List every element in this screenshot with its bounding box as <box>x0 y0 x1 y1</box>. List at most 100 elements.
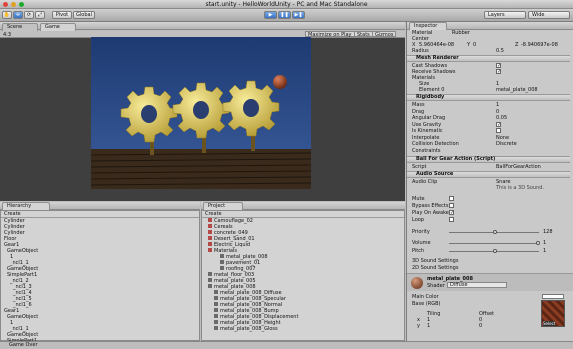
rigidbody-row: Drag 0 <box>412 108 500 115</box>
priority-slider-knob[interactable] <box>493 230 497 234</box>
shader-dropdown[interactable]: Diffuse <box>447 282 507 288</box>
rigidbody-header[interactable]: Rigidbody <box>407 94 570 101</box>
play-on-awake-row: Play On Awake ✓ <box>412 210 455 216</box>
priority-field[interactable]: 128 <box>543 229 553 235</box>
gear-2 <box>172 82 230 139</box>
tiling-y-field[interactable]: 1 <box>427 323 430 329</box>
scale-tool-icon[interactable]: ⤢ <box>35 11 45 19</box>
offset-y-field[interactable]: 0 <box>479 323 482 329</box>
use-gravity-checkbox[interactable]: ✓ <box>496 121 501 127</box>
tab-project[interactable]: Project <box>203 202 243 210</box>
tab-hierarchy[interactable]: Hierarchy <box>2 202 50 210</box>
play-on-awake-checkbox[interactable]: ✓ <box>449 210 454 216</box>
folder-icon <box>208 248 212 252</box>
folder-icon <box>208 242 212 246</box>
ball <box>273 75 287 89</box>
rigidbody-value[interactable]: Discrete <box>496 141 517 147</box>
mute-row: Mute <box>407 196 573 202</box>
inspector-panel: Inspector Material Rubber Center X 5.96046… <box>406 22 573 349</box>
pause-button[interactable]: ❚❚ <box>278 11 291 19</box>
script-header[interactable]: Ball For Gear Action (Script) <box>407 156 570 163</box>
hierarchy-create-button[interactable]: Create <box>1 211 199 218</box>
asset-icon <box>208 272 212 276</box>
audio-note: This is a 3D Sound. <box>496 185 544 191</box>
asset-icon <box>208 284 212 288</box>
audio-source-header[interactable]: Audio Source <box>407 171 570 178</box>
play-button[interactable]: ▶ <box>264 11 277 19</box>
pitch-slider-knob[interactable] <box>493 249 497 253</box>
pivot-toggle[interactable]: Pivot <box>52 11 72 19</box>
step-button[interactable]: ▶❚ <box>292 11 305 19</box>
2d-sound-settings[interactable]: 2D Sound Settings <box>407 265 573 271</box>
folder-icon <box>208 230 212 234</box>
bypass-effects-checkbox[interactable] <box>449 203 454 208</box>
gear-3 <box>222 80 280 137</box>
gear-1 <box>120 86 178 143</box>
project-list: Camouflage_02 Cereals concrete_049 Desert_S… <box>202 218 404 332</box>
maximize-on-play-toggle[interactable]: Maximize on Play <box>305 31 355 38</box>
radius-field[interactable]: 0.5 <box>496 48 504 54</box>
rigidbody-row: Collision Detection Discrete <box>412 141 517 147</box>
radius-row: Radius 0.5 <box>412 48 504 54</box>
move-tool-icon[interactable]: ✢ <box>13 11 23 19</box>
tab-scene[interactable]: Scene <box>2 23 38 31</box>
rendered-scene <box>91 37 311 189</box>
material-preview-icon <box>411 277 423 289</box>
tab-game[interactable]: Game <box>40 23 76 31</box>
hierarchy-panel: Create Cylinder Cylinder Cylinder Floor Gear… <box>0 210 200 344</box>
rigidbody-value[interactable]: 0.05 <box>496 115 507 121</box>
asset-icon <box>214 296 218 300</box>
cast-shadows-checkbox[interactable]: ✓ <box>496 63 501 69</box>
project-create-button[interactable]: Create <box>202 211 404 218</box>
is-kinematic-checkbox[interactable] <box>496 128 501 133</box>
rigidbody-value[interactable]: 0 <box>496 109 499 115</box>
volume-field[interactable]: 1 <box>543 240 546 246</box>
pitch-row: Pitch 1 <box>412 248 547 254</box>
element0-row: Element 0 metal_plate_008 <box>419 87 538 93</box>
volume-slider-knob[interactable] <box>536 241 540 245</box>
folder-icon <box>208 218 212 222</box>
asset-icon <box>214 290 218 294</box>
texture-thumbnail[interactable]: Select <box>541 300 565 327</box>
folder-icon <box>208 224 212 228</box>
volume-row: Volume 1 <box>412 240 547 246</box>
receive-shadows-checkbox[interactable]: ✓ <box>496 69 501 75</box>
game-viewport[interactable] <box>91 37 311 189</box>
script-row: Script BallForGearAction <box>412 164 541 170</box>
main-color-swatch[interactable] <box>542 294 564 299</box>
material-header: metal_plate_008 Shader Diffuse <box>407 273 573 291</box>
script-field[interactable]: BallForGearAction <box>496 164 541 170</box>
3d-sound-settings[interactable]: 3D Sound Settings <box>407 258 573 264</box>
folder-icon <box>208 236 212 240</box>
stats-toggle[interactable]: Stats <box>354 31 373 38</box>
element0-field[interactable]: metal_plate_008 <box>496 87 538 93</box>
asset-icon <box>208 278 212 282</box>
rigidbody-value[interactable]: 1 <box>496 102 499 108</box>
rigidbody-row: Use Gravity ✓ <box>412 121 502 128</box>
global-toggle[interactable]: Global <box>73 11 95 19</box>
asset-icon <box>220 254 224 258</box>
asset-icon <box>214 314 218 318</box>
loop-row: Loop <box>407 217 573 223</box>
title-bar: start.unity - HelloWorldUnity - PC and M… <box>0 0 573 9</box>
tab-inspector[interactable]: Inspector <box>409 22 447 30</box>
hierarchy-list: Cylinder Cylinder Cylinder Floor Gear1 GameOb… <box>1 218 199 344</box>
rigidbody-row: Interpolate None <box>412 134 510 141</box>
pitch-field[interactable]: 1 <box>543 248 546 254</box>
gizmos-toggle[interactable]: Gizmos <box>372 31 397 38</box>
rotate-tool-icon[interactable]: ⟳ <box>24 11 34 19</box>
mute-checkbox[interactable] <box>449 196 454 201</box>
mesh-renderer-header[interactable]: Mesh Renderer <box>407 55 570 62</box>
hand-tool-icon[interactable]: ✋ <box>2 11 12 19</box>
layout-dropdown[interactable]: Wide <box>528 11 570 19</box>
project-item[interactable]: metal_plate_008_Gloss <box>208 326 404 332</box>
asset-icon <box>214 302 218 306</box>
aspect-dropdown[interactable]: 4:3 <box>3 32 11 38</box>
asset-icon <box>214 320 218 324</box>
loop-checkbox[interactable] <box>449 217 454 222</box>
volume-slider[interactable] <box>449 243 539 244</box>
status-bar: Game Over <box>0 341 573 349</box>
rigidbody-row: Is Kinematic <box>407 128 573 134</box>
rigidbody-value[interactable]: None <box>496 135 509 141</box>
layers-dropdown[interactable]: Layers <box>484 11 526 19</box>
